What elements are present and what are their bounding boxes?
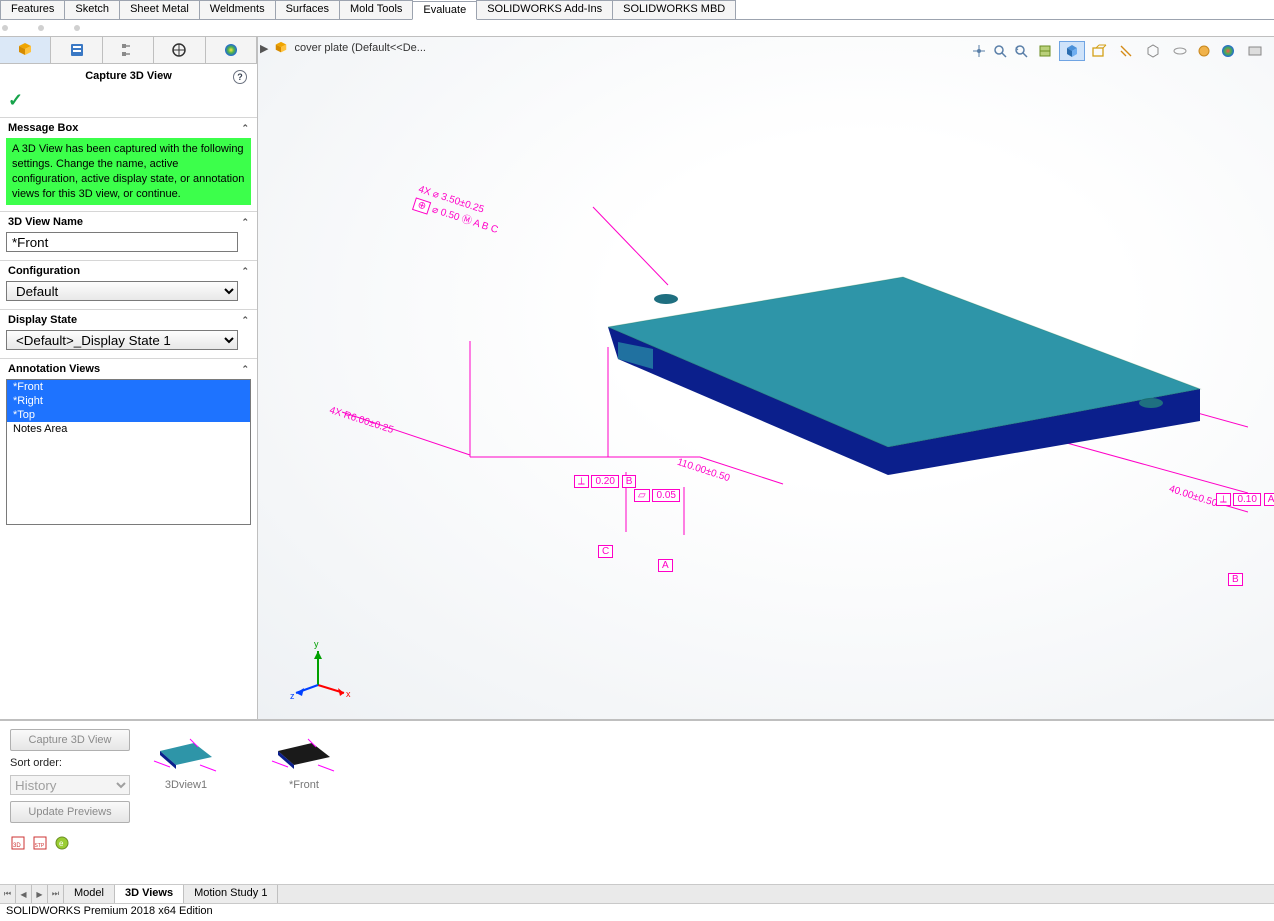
bottom-tab-bar: ⏮ ◀ ▶ ⏭ Model3D ViewsMotion Study 1 [0, 884, 1274, 903]
feature-manager-panel: Capture 3D View ? ✓ Message Box ⌃ A 3D Vi… [0, 37, 258, 719]
bottom-tab-3d-views[interactable]: 3D Views [115, 885, 184, 903]
property-manager-title: Capture 3D View ? [0, 64, 257, 88]
export-3d-pdf-icon[interactable]: 3D [10, 835, 26, 851]
dimxpert-manager-tab[interactable] [154, 37, 205, 63]
viewport-layout-button[interactable] [1242, 41, 1268, 61]
tab-nav-first[interactable]: ⏮ [0, 885, 16, 903]
graphics-viewport[interactable]: ▶ cover plate (Default<<De... [258, 37, 1274, 719]
property-manager-tab[interactable] [51, 37, 102, 63]
previous-view-button[interactable] [1011, 41, 1031, 61]
command-tab-weldments[interactable]: Weldments [199, 0, 276, 19]
collapse-icon[interactable]: ⌃ [241, 266, 249, 277]
command-tab-mold-tools[interactable]: Mold Tools [339, 0, 413, 19]
3d-views-panel: Capture 3D View Sort order: History Upda… [0, 719, 1274, 884]
heads-up-toolbar [969, 41, 1268, 61]
sort-order-select[interactable]: History [10, 775, 130, 795]
render-tools-button[interactable] [1215, 41, 1241, 61]
section-message-box: Message Box [8, 122, 78, 134]
orientation-triad[interactable]: x y z [288, 637, 358, 707]
svg-text:STP: STP [35, 843, 45, 849]
message-box-text: A 3D View has been captured with the fol… [6, 138, 251, 205]
command-tab-solidworks-add-ins[interactable]: SOLIDWORKS Add-Ins [476, 0, 613, 19]
collapse-icon[interactable]: ⌃ [241, 315, 249, 326]
configuration-select[interactable]: Default [6, 281, 238, 301]
annotation-view-item[interactable]: Notes Area [7, 422, 250, 436]
zoom-to-area-button[interactable] [990, 41, 1010, 61]
command-manager-tabs: FeaturesSketchSheet MetalWeldmentsSurfac… [0, 0, 1274, 20]
capture-3d-view-button[interactable]: Capture 3D View [10, 729, 130, 751]
export-edrawings-icon[interactable]: e [54, 835, 70, 851]
dim-flatness-1: ▱ 0.05 [634, 489, 680, 502]
command-tab-solidworks-mbd[interactable]: SOLIDWORKS MBD [612, 0, 736, 19]
update-previews-button[interactable]: Update Previews [10, 801, 130, 823]
dim-flatness-2: ⟂ 0.10 A [1216, 493, 1274, 506]
svg-text:y: y [314, 639, 319, 649]
feature-manager-tab-strip [0, 37, 257, 64]
command-tab-features[interactable]: Features [0, 0, 65, 19]
section-3d-view-name: 3D View Name [8, 216, 83, 228]
configuration-manager-tab[interactable] [103, 37, 154, 63]
section-display-state: Display State [8, 314, 77, 326]
tab-nav-prev[interactable]: ◀ [16, 885, 32, 903]
feature-tree-tab[interactable] [0, 37, 51, 63]
svg-text:x: x [346, 689, 351, 699]
tab-nav-last[interactable]: ⏭ [48, 885, 64, 903]
display-manager-tab[interactable] [206, 37, 257, 63]
annotation-views-list[interactable]: *Front*Right*TopNotes Area [6, 379, 251, 525]
dim-perpendicular: ⟂ 0.20 B [574, 475, 636, 488]
collapse-icon[interactable]: ⌃ [241, 123, 249, 134]
datum-a: A [658, 559, 673, 572]
collapse-icon[interactable]: ⌃ [241, 364, 249, 375]
command-tab-sheet-metal[interactable]: Sheet Metal [119, 0, 200, 19]
3d-view-thumbnail[interactable]: *Front [268, 729, 340, 876]
breadcrumb-part-name: cover plate (Default<<De... [294, 42, 425, 54]
datum-b: B [1228, 573, 1243, 586]
status-bar: SOLIDWORKS Premium 2018 x64 Edition [0, 903, 1274, 921]
3d-view-thumbnail[interactable]: 3Dview1 [150, 729, 222, 876]
command-sub-strip [0, 20, 1274, 36]
apply-scene-button[interactable] [1167, 41, 1193, 61]
section-annotation-views: Annotation Views [8, 363, 100, 375]
sort-order-label: Sort order: [10, 757, 130, 769]
export-step-icon[interactable]: STP [32, 835, 48, 851]
command-tab-surfaces[interactable]: Surfaces [275, 0, 340, 19]
command-tab-sketch[interactable]: Sketch [64, 0, 120, 19]
part-icon [274, 41, 288, 55]
svg-text:z: z [290, 691, 295, 701]
property-title-text: Capture 3D View [85, 70, 172, 82]
view-settings-button[interactable] [1194, 41, 1214, 61]
breadcrumb[interactable]: ▶ cover plate (Default<<De... [260, 41, 426, 55]
svg-text:3D: 3D [13, 843, 21, 849]
breadcrumb-expand-icon[interactable]: ▶ [260, 42, 268, 55]
command-tab-evaluate[interactable]: Evaluate [412, 1, 477, 20]
tab-nav-next[interactable]: ▶ [32, 885, 48, 903]
collapse-icon[interactable]: ⌃ [241, 217, 249, 228]
ok-button[interactable]: ✓ [8, 90, 23, 110]
annotation-view-item[interactable]: *Front [7, 380, 250, 394]
section-view-button[interactable] [1032, 41, 1058, 61]
bottom-tab-model[interactable]: Model [64, 885, 115, 903]
annotation-view-item[interactable]: *Right [7, 394, 250, 408]
annotation-view-item[interactable]: *Top [7, 408, 250, 422]
view-orientation-button[interactable] [1059, 41, 1085, 61]
hide-show-items-button[interactable] [1113, 41, 1139, 61]
section-configuration: Configuration [8, 265, 80, 277]
display-style-button[interactable] [1086, 41, 1112, 61]
display-state-select[interactable]: <Default>_Display State 1 [6, 330, 238, 350]
help-icon[interactable]: ? [233, 70, 247, 84]
svg-text:e: e [59, 839, 64, 848]
edit-appearance-button[interactable] [1140, 41, 1166, 61]
zoom-to-fit-button[interactable] [969, 41, 989, 61]
datum-c: C [598, 545, 613, 558]
view-name-input[interactable] [6, 232, 238, 252]
bottom-tab-motion-study-1[interactable]: Motion Study 1 [184, 885, 278, 903]
